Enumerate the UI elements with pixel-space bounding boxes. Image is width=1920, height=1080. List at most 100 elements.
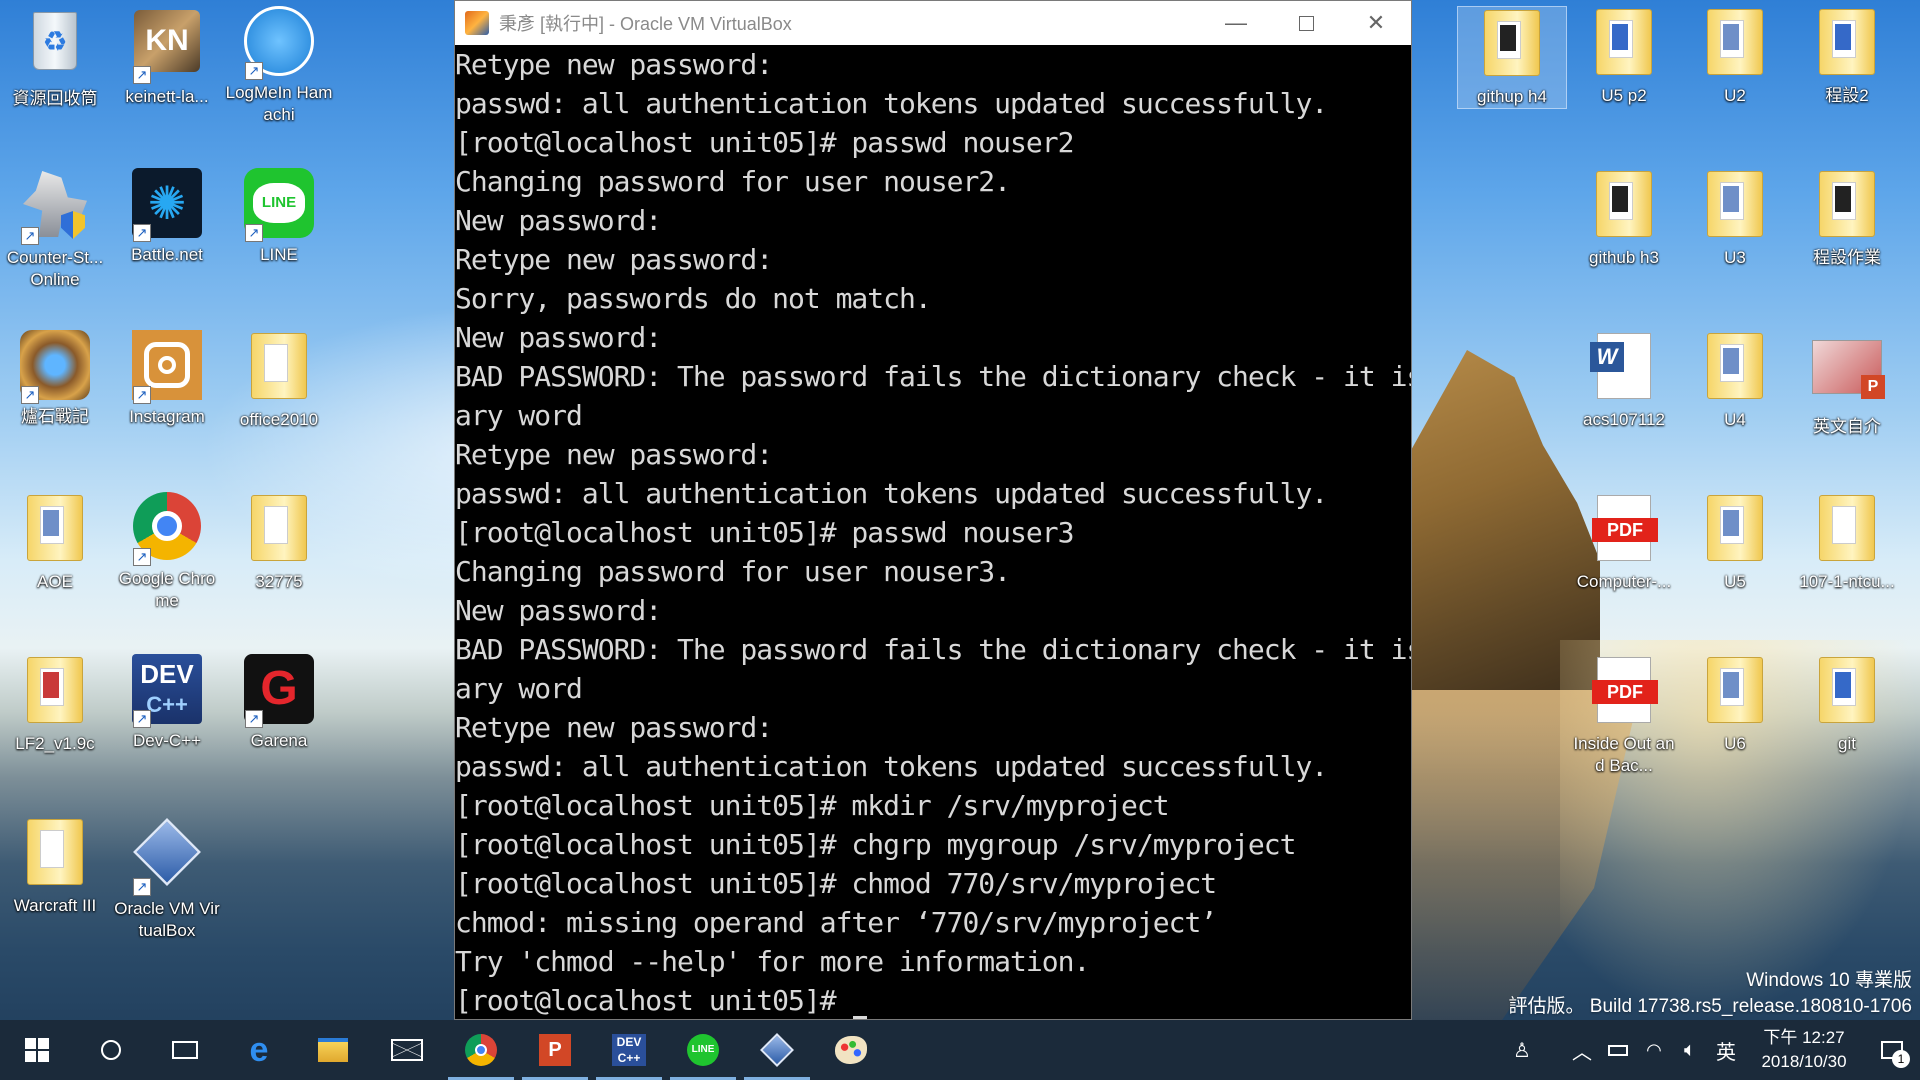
tray-volume[interactable]: 🔈︎ — [1672, 1020, 1708, 1080]
taskbar-edge[interactable]: e — [222, 1020, 296, 1080]
desktop-icon-english-intro[interactable]: P 英文自介 — [1792, 330, 1902, 438]
folder-icon — [1699, 9, 1771, 81]
icon-label: Dev-C++ — [132, 731, 202, 750]
icon-label: office2010 — [239, 410, 319, 429]
desktop-icon-git[interactable]: git — [1792, 654, 1902, 755]
pdf-icon: PDF — [1588, 657, 1660, 729]
icon-label: Warcraft III — [13, 896, 97, 915]
hearthstone-icon: ↗ — [19, 330, 91, 404]
desktop-icon-u5-p2[interactable]: U5 p2 — [1569, 6, 1679, 107]
icon-label: 程設作業 — [1813, 248, 1881, 267]
start-button[interactable] — [0, 1020, 74, 1080]
terminal-line: Try 'chmod --help' for more information. — [455, 945, 1090, 978]
desktop-icon-recycle-bin[interactable]: ♻ 資源回收筒 — [0, 6, 110, 110]
taskbar-mail[interactable] — [370, 1020, 444, 1080]
desktop-icon-inside-out-pdf[interactable]: PDF Inside Out and Bac... — [1569, 654, 1679, 777]
taskbar-line[interactable]: LINE — [666, 1020, 740, 1080]
close-button[interactable]: ✕ — [1341, 1, 1411, 45]
terminal-line: [root@localhost unit05]# chmod 770/srv/m… — [455, 867, 1217, 900]
icon-label: Instagram — [129, 407, 205, 426]
search-button[interactable] — [74, 1020, 148, 1080]
windows-watermark: Windows 10 專業版 評估版。 Build 17738.rs5_rele… — [1509, 968, 1912, 1020]
desktop-icon-107-ntcu[interactable]: 107-1-ntcu... — [1792, 492, 1902, 593]
desktop-icon-warcraft[interactable]: Warcraft III — [0, 816, 110, 917]
tray-battery[interactable] — [1600, 1020, 1636, 1080]
icon-label: Battle.net — [131, 245, 203, 264]
icon-label: U6 — [1724, 734, 1746, 753]
terminal-line: passwd: all authentication tokens update… — [455, 87, 1328, 120]
shortcut-arrow-icon: ↗ — [133, 224, 151, 242]
desktop-icon-office2010[interactable]: office2010 — [224, 330, 334, 431]
desktop-icon-line[interactable]: LINE ↗ LINE — [224, 168, 334, 266]
desktop-icon-aoe[interactable]: AOE — [0, 492, 110, 593]
tray-ime[interactable]: 英 — [1708, 1020, 1744, 1080]
desktop-icon-battlenet[interactable]: ✺ ↗ Battle.net — [112, 168, 222, 266]
window-titlebar[interactable]: 秉彥 [執行中] - Oracle VM VirtualBox — ✕ — [455, 1, 1411, 45]
shortcut-arrow-icon: ↗ — [245, 224, 263, 242]
folder-icon — [1811, 9, 1883, 81]
desktop-icon-virtualbox[interactable]: ↗ Oracle VM VirtualBox — [112, 816, 222, 942]
icon-label: Computer-... — [1576, 572, 1672, 591]
maximize-icon — [1298, 15, 1314, 31]
desktop-icon-counter-strike[interactable]: ↗ Counter-St... Online — [0, 168, 110, 291]
terminal-line: [root@localhost unit05]# mkdir /srv/mypr… — [455, 789, 1170, 822]
desktop-icon-32775[interactable]: 32775 — [224, 492, 334, 593]
desktop-icon-hearthstone[interactable]: ↗ 爐石戰記 — [0, 330, 110, 428]
taskbar-powerpoint[interactable]: P — [518, 1020, 592, 1080]
terminal-line: passwd: all authentication tokens update… — [455, 750, 1328, 783]
desktop-icon-githup-h4[interactable]: githup h4 — [1457, 6, 1567, 109]
counter-strike-icon: ↗ — [19, 171, 91, 245]
desktop-icon-garena[interactable]: G ↗ Garena — [224, 654, 334, 752]
edge-icon: e — [249, 1030, 269, 1069]
icon-label: Oracle VM VirtualBox — [114, 899, 220, 940]
icon-label: U4 — [1724, 410, 1746, 429]
desktop-icon-u2[interactable]: U2 — [1680, 6, 1790, 107]
terminal-line: New password: — [455, 321, 662, 354]
desktop-icon-acs107112[interactable]: W acs107112 — [1569, 330, 1679, 431]
recycle-bin-icon: ♻ — [19, 12, 91, 84]
folder-icon — [1588, 171, 1660, 243]
taskbar-paint[interactable] — [814, 1020, 888, 1080]
tray-overflow-button[interactable]: ︿ — [1564, 1020, 1600, 1080]
desktop-icon-hamachi[interactable]: ↗ LogMeIn Hamachi — [224, 6, 334, 126]
minimize-button[interactable]: — — [1201, 1, 1271, 45]
icon-label: Inside Out and Bac... — [1573, 734, 1675, 775]
paint-icon — [835, 1036, 867, 1064]
tray-people-button[interactable]: ♙ — [1504, 1020, 1540, 1080]
hamachi-icon: ↗ — [243, 6, 315, 80]
desktop-icon-u3[interactable]: U3 — [1680, 168, 1790, 269]
virtualbox-icon — [760, 1033, 794, 1067]
desktop-icon-instagram[interactable]: ↗ Instagram — [112, 330, 222, 428]
desktop-icon-google-chrome[interactable]: ↗ Google Chrome — [112, 492, 222, 612]
taskbar-file-explorer[interactable] — [296, 1020, 370, 1080]
folder-icon — [19, 495, 91, 567]
desktop-icon-lf2[interactable]: LF2_v1.9c — [0, 654, 110, 755]
terminal-line: passwd: all authentication tokens update… — [455, 477, 1328, 510]
desktop-icon-computer-pdf[interactable]: PDF Computer-... — [1569, 492, 1679, 593]
virtualbox-icon: ↗ — [131, 818, 203, 896]
desktop-icon-chengshe-zuoye[interactable]: 程設作業 — [1792, 168, 1902, 269]
task-view-button[interactable] — [148, 1020, 222, 1080]
tray-network[interactable]: ◠ — [1636, 1020, 1672, 1080]
desktop-icon-u4[interactable]: U4 — [1680, 330, 1790, 431]
desktop-icon-devcpp[interactable]: DEV C++ ↗ Dev-C++ — [112, 654, 222, 752]
desktop-icon-keinett[interactable]: KN ↗ keinett-la... — [112, 6, 222, 108]
maximize-button[interactable] — [1271, 1, 1341, 45]
devcpp-icon: DEV C++ ↗ — [131, 654, 203, 728]
folder-icon — [1588, 9, 1660, 81]
desktop-icon-github-h3[interactable]: github h3 — [1569, 168, 1679, 269]
folder-icon — [1476, 10, 1548, 82]
shortcut-arrow-icon: ↗ — [21, 386, 39, 404]
taskbar-devcpp[interactable]: DEV C++ — [592, 1020, 666, 1080]
terminal-line: [root@localhost unit05]# — [455, 981, 1411, 1019]
taskbar-virtualbox[interactable] — [740, 1020, 814, 1080]
desktop-icon-u6[interactable]: U6 — [1680, 654, 1790, 755]
desktop-icon-u5[interactable]: U5 — [1680, 492, 1790, 593]
desktop-icon-chengshe2[interactable]: 程設2 — [1792, 6, 1902, 107]
wifi-icon: ◠ — [1646, 1039, 1662, 1060]
tray-clock[interactable]: 下午 12:27 2018/10/30 — [1744, 1026, 1864, 1074]
action-center-button[interactable]: 1 — [1864, 1020, 1920, 1080]
taskbar-chrome[interactable] — [444, 1020, 518, 1080]
virtualbox-window[interactable]: 秉彥 [執行中] - Oracle VM VirtualBox — ✕ Rety… — [454, 0, 1412, 1020]
vm-console-screen[interactable]: Retype new password: passwd: all authenti… — [455, 45, 1411, 1019]
